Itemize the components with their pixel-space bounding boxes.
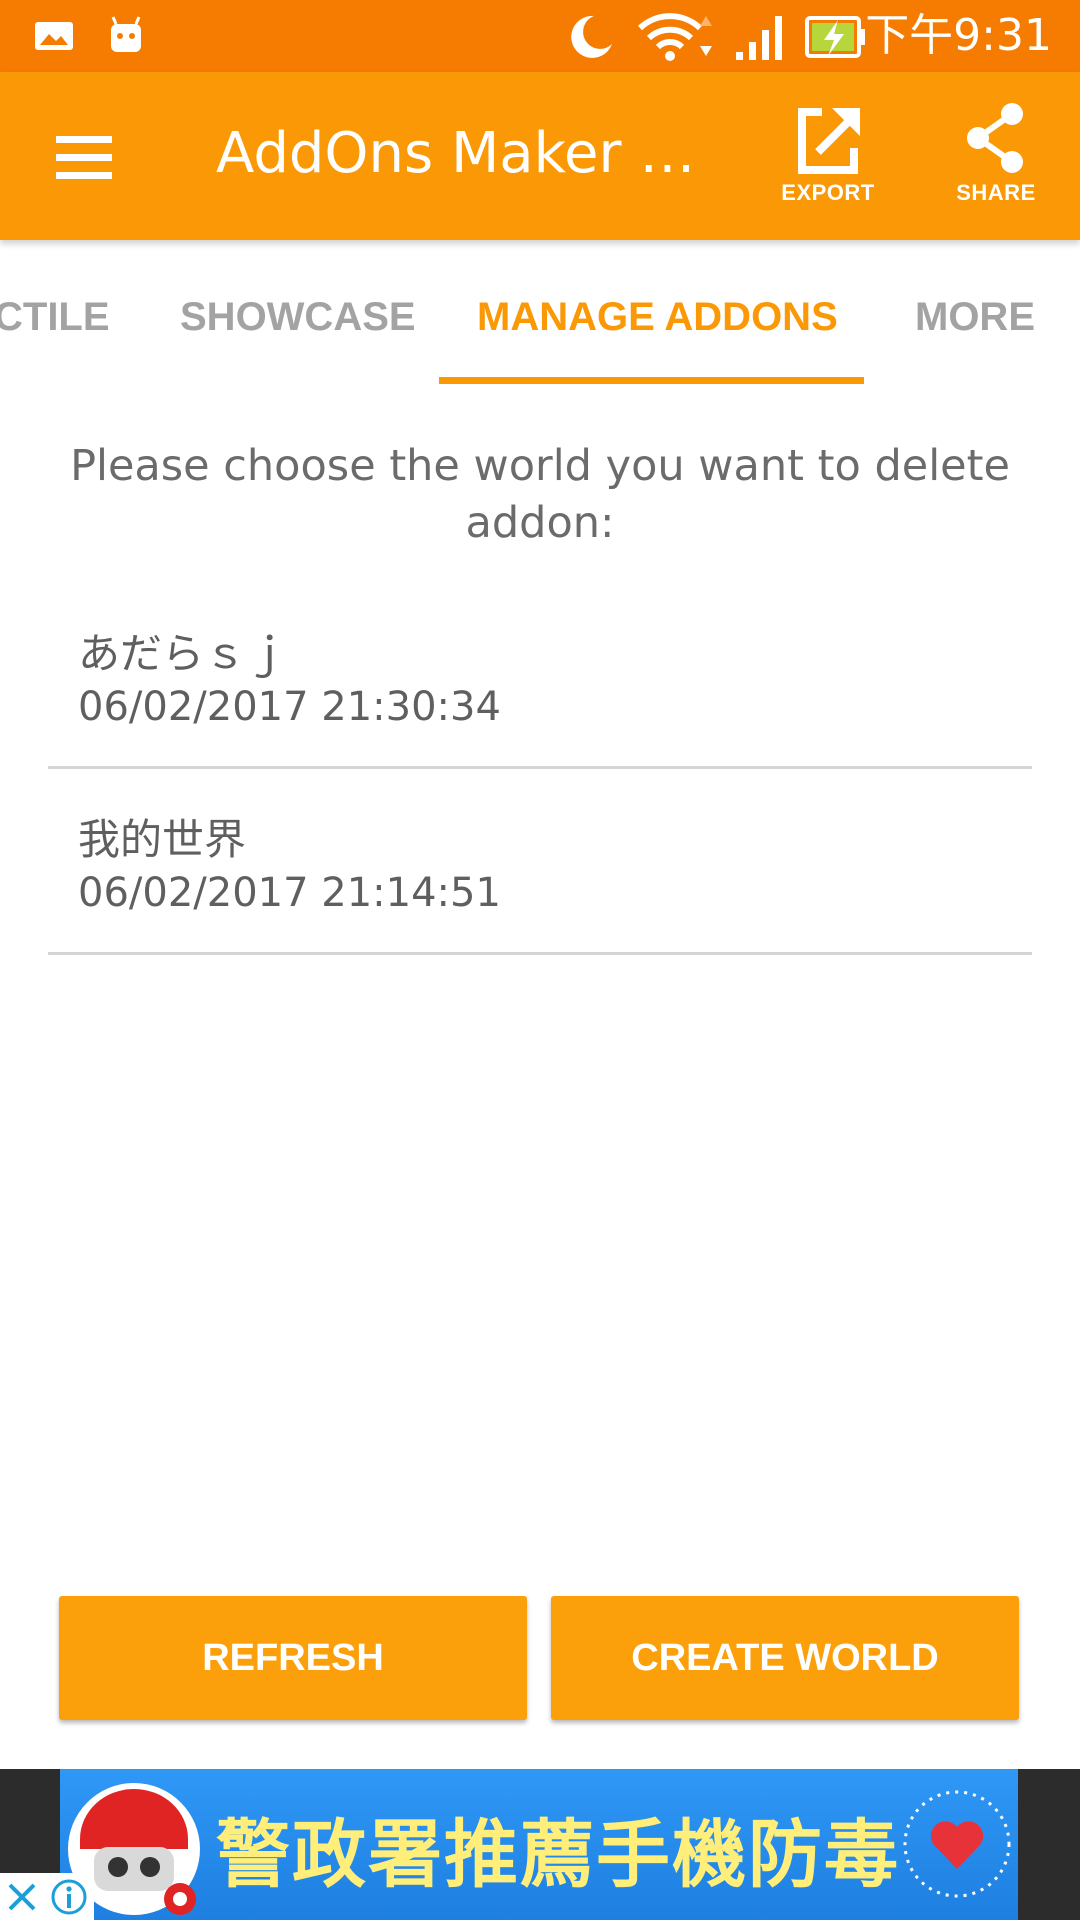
app-title: AddOns Maker f... [216, 121, 706, 186]
refresh-button[interactable]: REFRESH [59, 1596, 527, 1720]
share-label: SHARE [956, 180, 1036, 205]
battery-charging-icon [805, 16, 865, 58]
status-time: 下午9:31 [865, 10, 1052, 61]
export-label: EXPORT [781, 180, 875, 205]
ad-text: 警政署推薦手機防毒 [216, 1812, 900, 1898]
android-icon [111, 16, 141, 52]
tab-projectile[interactable]: CTILE [0, 292, 110, 342]
tab-bar: CTILE SHOWCASE MANAGE ADDONS MORE [0, 240, 1080, 386]
ad-image[interactable]: 警政署推薦手機防毒 [60, 1769, 1018, 1920]
world-name: あだらｓｊ [78, 629, 289, 678]
export-button[interactable]: EXPORT [758, 100, 898, 216]
signal-icon [736, 16, 782, 60]
moon-icon [571, 15, 612, 58]
world-list-item[interactable]: 我的世界 06/02/2017 21:14:51 [48, 766, 1032, 955]
gallery-icon [35, 22, 73, 50]
close-icon[interactable] [4, 1879, 40, 1915]
hamburger-menu-icon[interactable] [46, 120, 122, 196]
delete-addon-prompt: Please choose the world you want to dele… [70, 441, 1010, 548]
world-name: 我的世界 [78, 815, 247, 864]
tab-showcase[interactable]: SHOWCASE [180, 292, 416, 342]
status-bar: 下午9:31 [0, 0, 1080, 72]
tab-more[interactable]: MORE [915, 292, 1035, 342]
share-icon [967, 103, 1023, 173]
wifi-icon [637, 13, 712, 61]
heart-icon [903, 1790, 1011, 1898]
create-world-button[interactable]: CREATE WORLD [551, 1596, 1019, 1720]
app-bar: AddOns Maker f... EXPORT SHARE [0, 72, 1080, 240]
ad-banner[interactable]: 警政署推薦手機防毒 [0, 1769, 1080, 1920]
active-tab-indicator [439, 377, 864, 384]
world-list-item[interactable]: あだらｓｊ 06/02/2017 21:30:34 [48, 580, 1032, 769]
world-date: 06/02/2017 21:30:34 [78, 684, 501, 730]
world-date: 06/02/2017 21:14:51 [78, 870, 501, 916]
share-button[interactable]: SHARE [926, 100, 1066, 216]
tab-manage-addons[interactable]: MANAGE ADDONS [477, 292, 838, 342]
info-icon[interactable] [50, 1878, 88, 1916]
ad-controls [0, 1873, 94, 1920]
export-icon [798, 108, 860, 174]
